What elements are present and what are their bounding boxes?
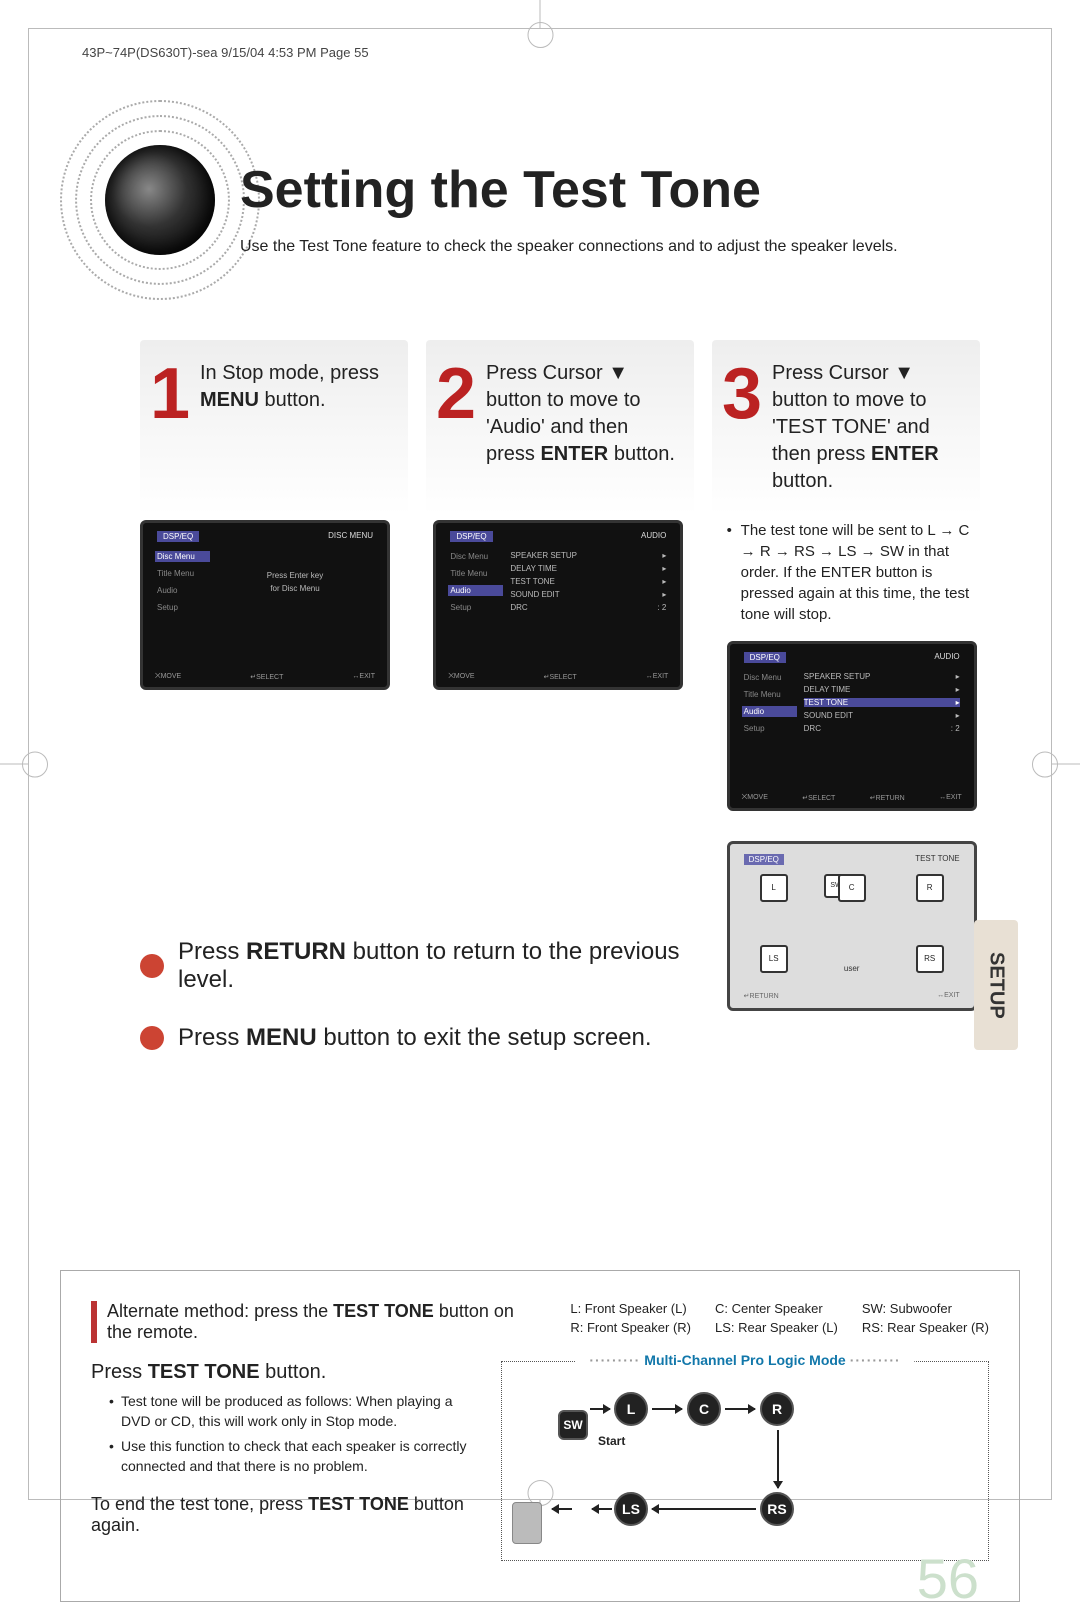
bullet-icon: [140, 954, 164, 978]
tv-title-right: AUDIO: [934, 652, 959, 661]
instruction-block: Press RETURN button to return to the pre…: [140, 938, 740, 1082]
tv-screenshot-1: DSP/EQ DISC MENU Disc Menu Title Menu Au…: [140, 520, 390, 690]
tv-title-left: DSP/EQ: [450, 531, 492, 542]
speaker-graphic: [60, 100, 260, 300]
side-tab-setup: SETUP: [974, 920, 1018, 1050]
bullet: Use this function to check that each spe…: [109, 1437, 471, 1476]
tv-screenshot-4: DSP/EQ TEST TONE L SW C R LS RS user ↵RE…: [727, 841, 977, 1011]
tv-screenshot-2: DSP/EQ AUDIO Disc Menu Title Menu Audio …: [433, 520, 683, 690]
instruction-text: Press MENU button to exit the setup scre…: [178, 1024, 652, 1052]
tv-screenshot-3: DSP/EQ AUDIO Disc Menu Title Menu Audio …: [727, 641, 977, 811]
step-1: 1 In Stop mode, press MENU button.: [140, 340, 408, 515]
tv-footer: ⨉MOVE↵SELECT↔EXIT: [155, 673, 375, 681]
tv-footer: ⨉MOVE↵SELECT↔EXIT: [448, 673, 668, 681]
tv-sidebar: Disc Menu Title Menu Audio Setup: [742, 672, 797, 740]
arrow-icon: [725, 1408, 755, 1410]
alternate-method: Alternate method: press the TEST TONE bu…: [91, 1301, 540, 1343]
step-2: 2 Press Cursor ▼ button to move to 'Audi…: [426, 340, 694, 515]
bullet-icon: [140, 1026, 164, 1050]
header-line: 43P~74P(DS630T)-sea 9/15/04 4:53 PM Page…: [82, 45, 369, 60]
instruction-text: Press RETURN button to return to the pre…: [178, 938, 740, 994]
node-c: C: [687, 1392, 721, 1426]
speaker-diagram: Multi-Channel Pro Logic Mode SW L C R LS…: [501, 1361, 989, 1561]
screen-col-3: The test tone will be sent to L → C → R …: [727, 520, 980, 1011]
arrow-icon: [777, 1430, 779, 1488]
page-number: 56: [917, 1546, 979, 1611]
instruction-return: Press RETURN button to return to the pre…: [140, 938, 740, 994]
test-tone-note: The test tone will be sent to L → C → R …: [727, 520, 980, 625]
arrow-icon: [652, 1508, 756, 1510]
node-r: R: [760, 1392, 794, 1426]
speaker-icon: [512, 1502, 542, 1544]
press-test-tone-title: Press TEST TONE button.: [91, 1361, 471, 1384]
tv-title-left: DSP/EQ: [744, 652, 786, 663]
tv-main: SPEAKER SETUP▸ DELAY TIME▸ TEST TONE▸ SO…: [510, 551, 666, 616]
tv-sidebar: Disc Menu Title Menu Audio Setup: [448, 551, 503, 619]
start-label: Start: [598, 1434, 625, 1448]
step-text: Press Cursor ▼ button to move to 'Audio'…: [486, 360, 680, 468]
arrow-icon: [592, 1508, 612, 1510]
step-number: 2: [436, 358, 476, 430]
tv-main: Press Enter key for Disc Menu: [217, 551, 373, 597]
arrow-icon: [552, 1508, 572, 1510]
diagram-title: Multi-Channel Pro Logic Mode: [575, 1352, 914, 1368]
end-test-tone: To end the test tone, press TEST TONE bu…: [91, 1494, 471, 1536]
tv-title-left: DSP/EQ: [157, 531, 199, 542]
intro-text: Use the Test Tone feature to check the s…: [240, 238, 990, 256]
crop-mark-top: [540, 0, 541, 28]
bottom-left-column: Press TEST TONE button. Test tone will b…: [91, 1361, 471, 1536]
tv-title-right: TEST TONE: [915, 854, 959, 863]
steps-row: 1 In Stop mode, press MENU button. 2 Pre…: [140, 340, 980, 515]
arrow-icon: [590, 1408, 610, 1410]
step-3: 3 Press Cursor ▼ button to move to 'TEST…: [712, 340, 980, 515]
node-l: L: [614, 1392, 648, 1426]
bottom-panel: Alternate method: press the TEST TONE bu…: [60, 1270, 1020, 1602]
crop-mark-right: [1052, 764, 1080, 765]
arrow-icon: [652, 1408, 682, 1410]
node-rs: RS: [760, 1492, 794, 1526]
step-number: 1: [150, 358, 190, 430]
instruction-menu: Press MENU button to exit the setup scre…: [140, 1024, 740, 1052]
title-block: Setting the Test Tone Use the Test Tone …: [240, 160, 990, 256]
page-title: Setting the Test Tone: [240, 160, 990, 220]
speaker-legend: L: Front Speaker (L)C: Center SpeakerSW:…: [570, 1301, 989, 1335]
step-text: Press Cursor ▼ button to move to 'TEST T…: [772, 360, 966, 495]
tv-title-right: DISC MENU: [328, 531, 373, 540]
tv-footer: ↵RETURN↔EXIT: [744, 992, 960, 1000]
tv-main: SPEAKER SETUP▸ DELAY TIME▸ TEST TONE▸ SO…: [804, 672, 960, 737]
step-number: 3: [722, 358, 762, 430]
tv-sidebar: Disc Menu Title Menu Audio Setup: [155, 551, 210, 619]
node-ls: LS: [614, 1492, 648, 1526]
tv-title-right: AUDIO: [641, 531, 666, 540]
bullet: Test tone will be produced as follows: W…: [109, 1392, 471, 1431]
tv-title-left: DSP/EQ: [744, 854, 784, 865]
crop-mark-left: [0, 764, 28, 765]
step-text: In Stop mode, press MENU button.: [200, 360, 394, 414]
node-sw: SW: [558, 1410, 588, 1440]
tv-footer: ⨉MOVE↵SELECT↵RETURN↔EXIT: [742, 794, 962, 802]
